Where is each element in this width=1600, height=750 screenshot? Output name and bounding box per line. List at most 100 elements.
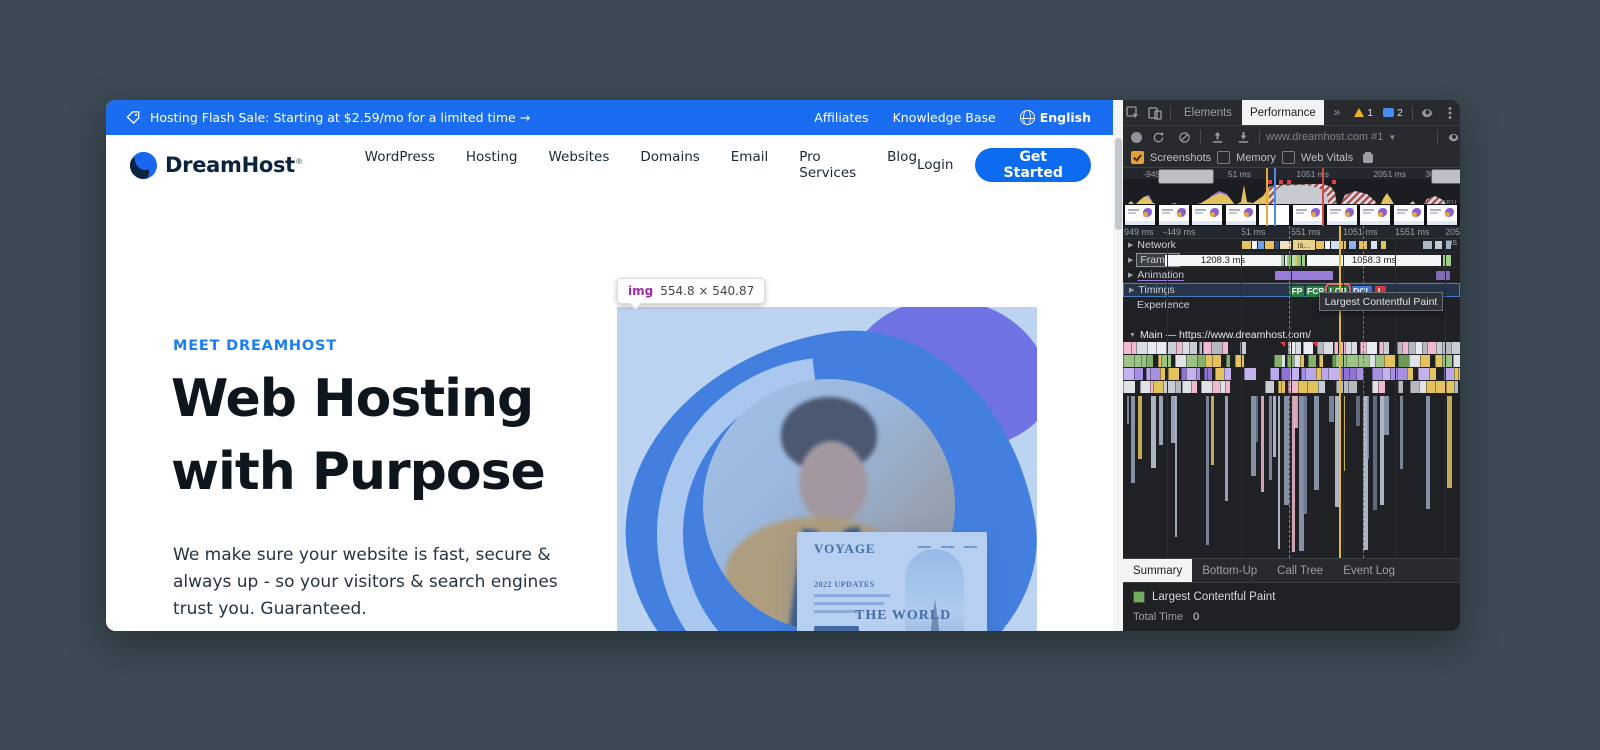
tab-elements[interactable]: Elements xyxy=(1176,100,1240,125)
flame-segment xyxy=(1427,342,1436,354)
dcl-marker-line xyxy=(1289,226,1290,558)
screenshot-thumbnail[interactable] xyxy=(1226,205,1256,225)
clear-icon[interactable] xyxy=(1174,128,1194,146)
issues-icon xyxy=(1383,108,1394,117)
screenshot-thumbnail[interactable] xyxy=(1427,205,1457,225)
record-button[interactable] xyxy=(1131,132,1142,143)
flame-segment xyxy=(1454,381,1459,393)
flame-segment xyxy=(1136,342,1147,354)
collapse-arrow-icon[interactable]: ▼ xyxy=(1129,332,1136,339)
nav-item-blog[interactable]: Blog xyxy=(887,149,917,181)
tab-summary[interactable]: Summary xyxy=(1123,559,1192,582)
devtools-tabbar: Elements Performance » 1 2 xyxy=(1123,100,1460,126)
thumb-text-line xyxy=(1229,212,1237,214)
flame-segment xyxy=(1215,368,1224,380)
frame-duration-bar[interactable]: 1058.3 ms xyxy=(1307,255,1441,266)
expand-arrow-icon[interactable]: ▶ xyxy=(1128,241,1133,249)
call-stack-column xyxy=(1256,396,1258,442)
tab-bottom-up[interactable]: Bottom-Up xyxy=(1192,559,1267,582)
thumb-text-line xyxy=(1229,209,1240,211)
network-request-chip[interactable]: is... xyxy=(1293,240,1315,250)
call-stack-column xyxy=(1426,396,1429,509)
screenshot-filmstrip[interactable] xyxy=(1123,204,1460,226)
nav-item-websites[interactable]: Websites xyxy=(549,149,610,181)
expand-arrow-icon[interactable]: ▶ xyxy=(1129,286,1134,294)
save-profile-icon[interactable] xyxy=(1233,128,1253,146)
animation-bar[interactable] xyxy=(1436,271,1450,280)
frame-duration-bar[interactable]: 1208.3 ms xyxy=(1165,255,1281,266)
warnings-badge[interactable]: 1 xyxy=(1350,107,1377,119)
expand-arrow-icon[interactable]: ▶ xyxy=(1128,271,1133,279)
flame-segment xyxy=(1281,355,1285,367)
screenshot-thumbnail[interactable] xyxy=(1125,205,1155,225)
kebab-menu-icon[interactable] xyxy=(1440,104,1460,122)
flame-segment xyxy=(1196,368,1200,380)
voyage-mock-site: VOYAGE 2022 UPDATES THE WORLD AROUND xyxy=(797,532,987,631)
delete-recording-icon[interactable] xyxy=(1363,152,1373,163)
animation-bar[interactable] xyxy=(1275,271,1333,280)
screenshot-thumbnail[interactable] xyxy=(1293,205,1323,225)
tab-call-tree[interactable]: Call Tree xyxy=(1267,559,1333,582)
memory-checkbox[interactable] xyxy=(1217,151,1230,164)
tab-performance[interactable]: Performance xyxy=(1242,100,1324,125)
screenshot-thumbnail[interactable] xyxy=(1192,205,1222,225)
hero-body-text: We make sure your website is fast, secur… xyxy=(173,542,593,623)
inspect-element-icon[interactable] xyxy=(1123,104,1143,122)
window-handle-right[interactable] xyxy=(1431,169,1460,184)
nav-item-wordpress[interactable]: WordPress xyxy=(365,149,435,181)
web-vitals-checkbox[interactable] xyxy=(1282,151,1295,164)
reload-and-record-icon[interactable] xyxy=(1148,128,1168,146)
thumb-orange-dot xyxy=(1345,212,1350,217)
brand-name[interactable]: DreamHost® xyxy=(165,153,303,177)
promo-banner[interactable]: Hosting Flash Sale: Starting at $2.59/mo… xyxy=(106,100,1113,135)
long-task-corner xyxy=(1312,342,1317,347)
flame-segment xyxy=(1222,342,1228,354)
screenshots-checkbox[interactable] xyxy=(1131,151,1144,164)
issues-badge[interactable]: 2 xyxy=(1379,107,1407,119)
nav-item-email[interactable]: Email xyxy=(731,149,768,181)
flame-segment xyxy=(1426,381,1435,393)
affiliates-link[interactable]: Affiliates xyxy=(814,110,868,125)
nav-item-pro-services[interactable]: Pro Services xyxy=(799,149,856,181)
flame-segment xyxy=(1384,355,1396,367)
overview-marker-yellow xyxy=(1266,168,1268,226)
language-selector[interactable]: English xyxy=(1020,110,1091,125)
thumb-text-line xyxy=(1128,209,1139,211)
flame-segment xyxy=(1402,342,1409,354)
summary-legend-row: Largest Contentful Paint xyxy=(1123,589,1460,605)
knowledge-base-link[interactable]: Knowledge Base xyxy=(893,110,996,125)
call-stack-column xyxy=(1159,396,1163,445)
settings-gear-icon[interactable] xyxy=(1418,104,1438,122)
thumb-orange-dot xyxy=(1311,212,1316,217)
nav-item-hosting[interactable]: Hosting xyxy=(466,149,518,181)
thumb-footer xyxy=(1226,221,1256,225)
load-profile-icon[interactable] xyxy=(1207,128,1227,146)
call-stack-column xyxy=(1356,396,1360,426)
screenshot-thumbnail[interactable] xyxy=(1327,205,1357,225)
screenshot-thumbnail[interactable] xyxy=(1159,205,1189,225)
screenshot-thumbnail[interactable] xyxy=(1394,205,1424,225)
page-scrollbar[interactable] xyxy=(1113,100,1123,631)
flame-segment xyxy=(1390,368,1397,380)
flame-segment xyxy=(1349,368,1356,380)
fp-badge[interactable]: FP xyxy=(1290,286,1304,297)
login-link[interactable]: Login xyxy=(917,157,953,173)
more-tabs-chevron[interactable]: » xyxy=(1326,100,1348,125)
capture-settings-gear-icon[interactable] xyxy=(1444,128,1460,146)
flame-segment xyxy=(1372,368,1382,380)
network-request-bar xyxy=(1241,241,1251,249)
screenshot-thumbnail[interactable] xyxy=(1360,205,1390,225)
bottom-tabbar: Summary Bottom-Up Call Tree Event Log xyxy=(1123,558,1460,583)
dreamhost-logo-icon[interactable] xyxy=(130,152,157,179)
flame-segment xyxy=(1366,342,1377,354)
window-handle-left[interactable] xyxy=(1158,169,1214,184)
flame-segment xyxy=(1300,355,1304,367)
nav-get-started-button[interactable]: Get Started xyxy=(975,148,1091,182)
device-toolbar-icon[interactable] xyxy=(1145,104,1165,122)
nav-item-domains[interactable]: Domains xyxy=(640,149,699,181)
expand-arrow-icon[interactable]: ▶ xyxy=(1128,256,1133,264)
tab-event-log[interactable]: Event Log xyxy=(1333,559,1405,582)
scrollbar-thumb[interactable] xyxy=(1115,138,1122,230)
target-selector[interactable]: www.dreamhost.com #1▼ xyxy=(1266,131,1396,143)
flame-segment xyxy=(1295,342,1301,354)
